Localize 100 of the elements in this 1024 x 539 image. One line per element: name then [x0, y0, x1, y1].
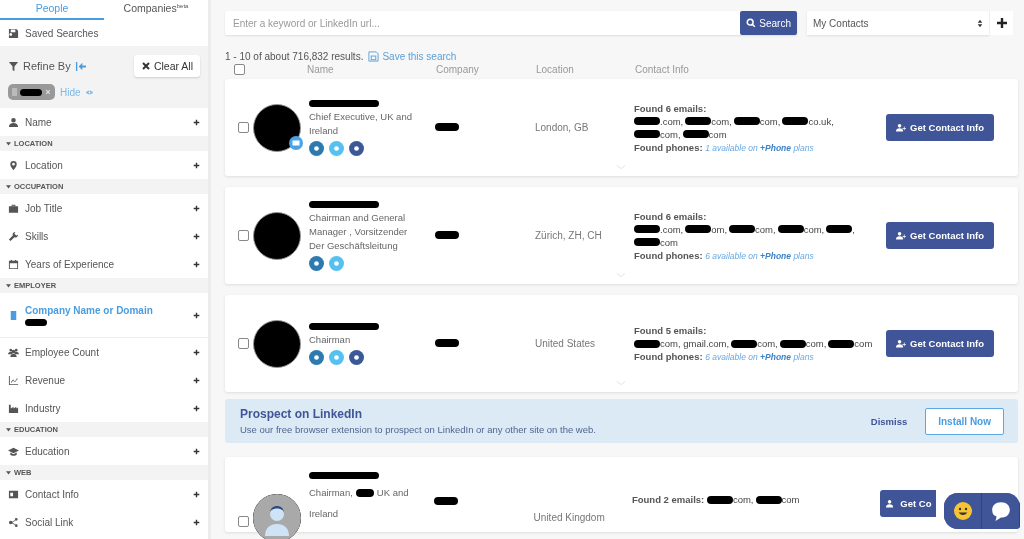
- save-icon: [8, 27, 19, 39]
- phones-label: Found phones:: [634, 249, 703, 261]
- job-title: Chairman,: [309, 486, 353, 500]
- email-fragment: .com,: [660, 223, 684, 235]
- phone-plans-link[interactable]: 6 available on +Phone plans: [705, 352, 814, 362]
- filter-item[interactable]: Revenue: [0, 366, 208, 394]
- email-fragment: com,: [732, 494, 754, 505]
- redaction-mark: [355, 489, 374, 497]
- select-all-checkbox[interactable]: [234, 64, 245, 75]
- row-checkbox[interactable]: [238, 122, 249, 133]
- filter-item[interactable]: Industry: [0, 394, 208, 422]
- filter-item[interactable]: Skills: [0, 222, 208, 250]
- user-icon: [8, 116, 19, 128]
- wrench-icon: [8, 230, 19, 242]
- email-fragment: com,: [755, 223, 776, 235]
- redaction-mark: [634, 225, 660, 233]
- facebook-icon[interactable]: [349, 349, 364, 365]
- plus-icon: [193, 404, 200, 412]
- building-icon: [8, 309, 19, 321]
- emails-label: Found 6 emails:: [634, 210, 708, 222]
- redaction-mark: [309, 472, 379, 479]
- saved-searches-link[interactable]: Saved Searches: [25, 27, 99, 39]
- collapse-icon[interactable]: [74, 60, 86, 72]
- filter-item[interactable]: Social Link: [0, 508, 208, 536]
- add-user-icon: [896, 338, 907, 349]
- filter-item[interactable]: Employee Count: [0, 338, 208, 366]
- redaction-mark: [733, 117, 760, 125]
- eye-icon: [85, 89, 93, 95]
- plus-icon: [193, 376, 200, 384]
- plus-icon: [193, 311, 200, 319]
- redaction-mark: [777, 225, 804, 233]
- phones-label: Found phones:: [634, 141, 703, 153]
- job-title: Chairman: [309, 332, 352, 347]
- redaction-mark: [309, 200, 379, 208]
- email-fragment: com,: [759, 115, 781, 127]
- calendar-icon: [8, 258, 19, 270]
- filter-item[interactable]: Years of Experience: [0, 250, 208, 278]
- column-header: Contact Info: [635, 64, 689, 75]
- briefcase-icon: [8, 202, 19, 214]
- banner-text: Use our free browser extension to prospect on LinkedIn or any other site on the web.: [240, 424, 597, 435]
- filter-chip[interactable]: [8, 84, 55, 100]
- facebook-icon[interactable]: [349, 140, 364, 156]
- phones-label: Found phones:: [634, 351, 703, 362]
- get-contact-info-button[interactable]: Get Co: [880, 490, 936, 517]
- list-dropdown[interactable]: My Contacts: [807, 11, 989, 35]
- dismiss-button[interactable]: Dismiss: [864, 414, 914, 428]
- row-checkbox[interactable]: [238, 230, 249, 241]
- linkedin-icon[interactable]: [309, 349, 324, 365]
- emails-label: Found 6 emails:: [634, 102, 708, 114]
- plus-icon: [996, 18, 1007, 28]
- get-contact-info-button[interactable]: Get Contact Info: [886, 114, 994, 141]
- add-list-button[interactable]: [989, 11, 1013, 35]
- linkedin-icon[interactable]: [309, 140, 324, 156]
- twitter-icon[interactable]: [329, 349, 344, 365]
- get-contact-info-button[interactable]: Get Contact Info: [886, 222, 994, 249]
- factory-icon: [8, 402, 19, 414]
- row-checkbox[interactable]: [238, 516, 249, 527]
- plus-icon: [193, 518, 200, 526]
- twitter-icon[interactable]: [329, 140, 344, 156]
- graduation-cap-icon: [8, 445, 19, 457]
- map-pin-icon: [8, 159, 19, 171]
- clear-all-button[interactable]: Clear All: [133, 55, 200, 77]
- redaction-mark: [729, 225, 756, 233]
- redaction-mark: [685, 225, 712, 233]
- redaction-mark: [755, 495, 782, 504]
- remove-icon[interactable]: [45, 89, 51, 95]
- phone-plans-link[interactable]: 1 available on +Phone plans: [705, 142, 814, 153]
- filter-item[interactable]: Location: [0, 151, 208, 179]
- location-text: United Kingdom: [533, 512, 606, 523]
- redaction-mark: [435, 231, 459, 239]
- search-field[interactable]: Enter a keyword or LinkedIn url... Search: [225, 11, 797, 35]
- column-header: Location: [536, 64, 575, 75]
- get-contact-info-button[interactable]: Get Contact Info: [886, 330, 994, 357]
- filter-item[interactable]: Name: [0, 108, 208, 136]
- row-checkbox[interactable]: [238, 338, 249, 349]
- redaction-mark: [685, 117, 712, 125]
- share-icon: [8, 516, 19, 528]
- filter-item[interactable]: Job Title: [0, 194, 208, 222]
- filter-item[interactable]: Contact Info: [0, 480, 208, 508]
- redaction-mark: [634, 339, 660, 348]
- job-title: UK and: [376, 486, 409, 500]
- email-fragment: com,: [805, 338, 827, 349]
- email-fragment: com: [781, 494, 800, 505]
- smiley-icon: [952, 501, 973, 521]
- emoji-button[interactable]: [944, 493, 982, 529]
- column-header: Name: [307, 64, 335, 75]
- linkedin-icon[interactable]: [309, 255, 324, 271]
- phone-plans-link[interactable]: 6 available on +Phone plans: [705, 250, 814, 261]
- twitter-icon[interactable]: [329, 255, 344, 271]
- job-title: Chief Executive, UK and Ireland: [309, 109, 413, 138]
- filter-item[interactable]: Education: [0, 437, 208, 465]
- search-button[interactable]: Search: [740, 11, 797, 35]
- plus-icon: [193, 447, 200, 455]
- email-fragment: com: [660, 236, 678, 248]
- location-text: United States: [535, 338, 597, 349]
- redaction-mark: [731, 339, 758, 348]
- redaction-mark: [682, 130, 709, 138]
- job-title: Chairman and General Manager , Vorsitzender Der Geschäftsleitung: [309, 210, 409, 253]
- caret-icon: [6, 184, 11, 189]
- plus-icon: [193, 161, 200, 169]
